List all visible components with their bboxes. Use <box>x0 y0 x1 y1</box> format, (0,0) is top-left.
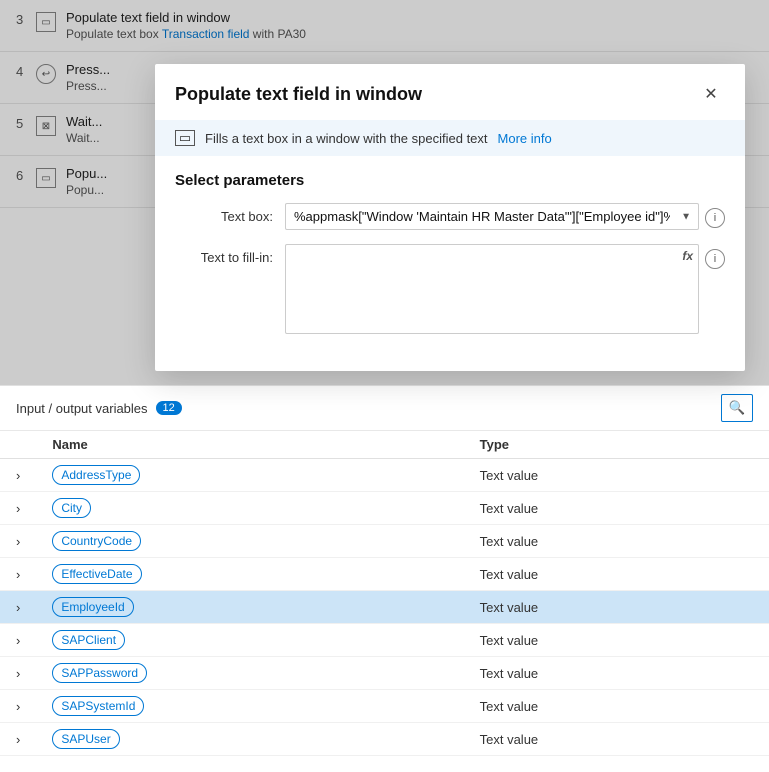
row-type-cell: Text value <box>464 624 769 657</box>
row-type-cell: Text value <box>464 723 769 756</box>
more-info-link[interactable]: More info <box>498 131 552 146</box>
col-expand <box>0 431 36 459</box>
textarea-wrapper: fx <box>285 244 699 337</box>
variable-tag[interactable]: City <box>52 498 91 518</box>
modal-info-text: Fills a text box in a window with the sp… <box>205 131 488 146</box>
row-name-cell: AddressType <box>36 459 463 492</box>
variable-tag[interactable]: CountryCode <box>52 531 141 551</box>
section-title: Select parameters <box>175 172 725 189</box>
row-chevron-icon: › <box>0 690 36 723</box>
row-type-cell: Text value <box>464 690 769 723</box>
row-type-cell: Text value <box>464 558 769 591</box>
row-chevron-icon: › <box>0 591 36 624</box>
variable-tag[interactable]: EffectiveDate <box>52 564 141 584</box>
table-row[interactable]: › SAPClient Text value <box>0 624 769 657</box>
row-name-cell: SAPSystemId <box>36 690 463 723</box>
row-type-cell: Text value <box>464 492 769 525</box>
table-row[interactable]: › EmployeeId Text value <box>0 591 769 624</box>
table-row[interactable]: › SAPSystemId Text value <box>0 690 769 723</box>
variable-tag[interactable]: AddressType <box>52 465 140 485</box>
row-type-cell: Text value <box>464 591 769 624</box>
row-name-cell: EffectiveDate <box>36 558 463 591</box>
row-chevron-icon: › <box>0 657 36 690</box>
modal-body: Select parameters Text box: %appmask["Wi… <box>155 156 745 371</box>
textbox-select-wrapper: %appmask["Window 'Maintain HR Master Dat… <box>285 203 699 230</box>
variables-badge: 12 <box>156 401 182 415</box>
row-name-cell: City <box>36 492 463 525</box>
row-chevron-icon: › <box>0 459 36 492</box>
variables-title: Input / output variables <box>16 401 148 416</box>
variables-header: Input / output variables 12 🔍 <box>0 386 769 431</box>
textfill-textarea[interactable] <box>285 244 699 334</box>
row-chevron-icon: › <box>0 624 36 657</box>
row-name-cell: SAPUser <box>36 723 463 756</box>
variables-table: Name Type › AddressType Text value › City Tex… <box>0 431 769 756</box>
textfill-label: Text to fill-in: <box>175 244 285 265</box>
row-name-cell: SAPClient <box>36 624 463 657</box>
textfill-row: Text to fill-in: fx i <box>175 244 725 337</box>
table-row[interactable]: › SAPUser Text value <box>0 723 769 756</box>
row-name-cell: SAPPassword <box>36 657 463 690</box>
textfill-field: fx i <box>285 244 725 337</box>
variables-panel: Input / output variables 12 🔍 Name Type … <box>0 385 769 772</box>
textfill-info-button[interactable]: i <box>705 249 725 269</box>
variable-tag[interactable]: SAPUser <box>52 729 119 749</box>
row-name-cell: CountryCode <box>36 525 463 558</box>
row-chevron-icon: › <box>0 492 36 525</box>
row-name-cell: EmployeeId <box>36 591 463 624</box>
textbox-select[interactable]: %appmask["Window 'Maintain HR Master Dat… <box>285 203 699 230</box>
row-chevron-icon: › <box>0 558 36 591</box>
modal-title: Populate text field in window <box>175 84 422 105</box>
textbox-info-button[interactable]: i <box>705 208 725 228</box>
col-name-header: Name <box>36 431 463 459</box>
row-type-cell: Text value <box>464 657 769 690</box>
col-type-header: Type <box>464 431 769 459</box>
modal-info-bar: ▭ Fills a text box in a window with the … <box>155 120 745 156</box>
close-button[interactable]: ✕ <box>697 80 725 108</box>
table-row[interactable]: › SAPPassword Text value <box>0 657 769 690</box>
variable-tag[interactable]: EmployeeId <box>52 597 133 617</box>
variable-tag[interactable]: SAPClient <box>52 630 125 650</box>
row-chevron-icon: › <box>0 525 36 558</box>
table-row[interactable]: › CountryCode Text value <box>0 525 769 558</box>
variable-tag[interactable]: SAPPassword <box>52 663 147 683</box>
populate-modal: Populate text field in window ✕ ▭ Fills … <box>155 64 745 371</box>
search-icon: 🔍 <box>729 400 746 416</box>
modal-header: Populate text field in window ✕ <box>155 64 745 120</box>
variables-search-button[interactable]: 🔍 <box>721 394 753 422</box>
textbox-label: Text box: <box>175 203 285 224</box>
textbox-row: Text box: %appmask["Window 'Maintain HR … <box>175 203 725 230</box>
table-row[interactable]: › EffectiveDate Text value <box>0 558 769 591</box>
table-row[interactable]: › AddressType Text value <box>0 459 769 492</box>
textbox-field: %appmask["Window 'Maintain HR Master Dat… <box>285 203 725 230</box>
table-row[interactable]: › City Text value <box>0 492 769 525</box>
variable-tag[interactable]: SAPSystemId <box>52 696 144 716</box>
table-header-row: Name Type <box>0 431 769 459</box>
row-type-cell: Text value <box>464 459 769 492</box>
row-chevron-icon: › <box>0 723 36 756</box>
window-icon: ▭ <box>175 130 195 146</box>
row-type-cell: Text value <box>464 525 769 558</box>
fx-button[interactable]: fx <box>682 249 693 263</box>
